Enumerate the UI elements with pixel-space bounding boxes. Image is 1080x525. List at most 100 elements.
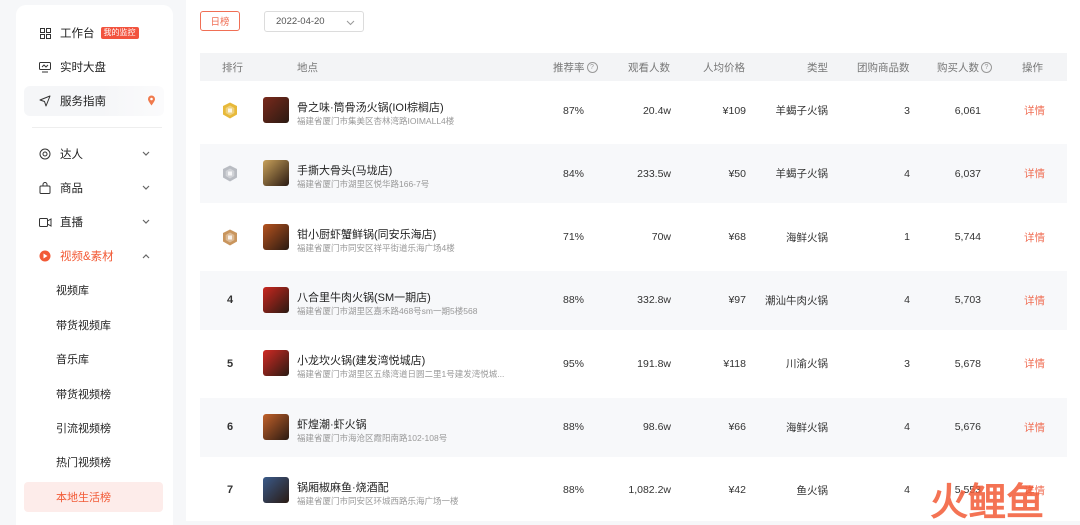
nav-sub-video-library[interactable]: 视频库 (24, 275, 171, 305)
sidebar: 工作台 我的监控 实时大盘 服务指南 达人 商品 直播 视频&素材 视频库 带货… (16, 5, 173, 525)
header-recommend-label: 推荐率 (553, 61, 585, 74)
store-thumbnail[interactable] (263, 350, 289, 377)
table-row: 6 虾煌潮·虾火锅 福建省厦门市海沧区霞阳南路102-108号 88% 98.6w ¥66… (200, 397, 1067, 457)
store-name[interactable]: 手撕大骨头(马垅店) (297, 162, 392, 178)
nav-sub-local-life-rank[interactable]: 本地生活榜 (24, 482, 163, 512)
rank-number-text: 6 (226, 421, 234, 433)
store-name[interactable]: 钳小厨虾蟹鲜锅(同安乐海店) (297, 226, 436, 242)
avg-price: ¥68 (728, 231, 746, 244)
buyers-count: 6,061 (954, 104, 981, 117)
store-name[interactable]: 锅厢椒麻鱼·烧酒配 (297, 479, 389, 495)
rank-number: 4 (220, 271, 240, 330)
nav-talent[interactable]: 达人 (24, 139, 164, 169)
header-viewers: 观看人数 (628, 61, 670, 74)
store-thumbnail[interactable] (263, 286, 289, 313)
store-address: 福建省厦门市同安区环城西路乐海广场一楼 (297, 495, 459, 506)
viewers-count: 1,082.2w (628, 484, 671, 497)
table-row: 钳小厨虾蟹鲜锅(同安乐海店) 福建省厦门市同安区祥平街道乐海广场4楼 71% 70w ¥… (200, 207, 1067, 267)
category: 海鲜火锅 (786, 231, 828, 244)
header-group-items: 团购商品数 (857, 61, 910, 74)
table-header: 排行 地点 推荐率 ? 观看人数 人均价格 类型 团购商品数 购买人数 ? 操作 (200, 53, 1067, 81)
viewers-count: 70w (651, 231, 671, 244)
nav-sub-traffic-video-rank[interactable]: 引流视频榜 (24, 413, 171, 443)
help-icon[interactable]: ? (586, 61, 598, 73)
detail-link[interactable]: 详情 (1024, 398, 1045, 457)
avg-price: ¥42 (728, 484, 746, 497)
store-thumbnail[interactable] (263, 223, 289, 250)
category: 鱼火锅 (796, 484, 829, 497)
store-address: 福建省厦门市海沧区霞阳南路102-108号 (297, 432, 448, 443)
store-thumbnail[interactable] (263, 97, 289, 123)
detail-link[interactable]: 详情 (1024, 208, 1045, 267)
recommend-rate: 88% (562, 484, 584, 497)
chevron-down-icon (142, 216, 150, 228)
rank-number: 6 (220, 398, 240, 457)
store-name[interactable]: 骨之味·筒骨汤火锅(IOI棕榈店) (297, 99, 444, 115)
store-name[interactable]: 小龙坎火锅(建发湾悦城店) (297, 352, 425, 368)
viewers-count: 233.5w (637, 167, 671, 180)
nav-sub-selling-video-library[interactable]: 带货视频库 (24, 310, 171, 340)
nav-live-label: 直播 (60, 217, 83, 229)
nav-goods[interactable]: 商品 (24, 173, 164, 203)
viewers-count: 98.6w (642, 421, 671, 433)
nav-sub-hot-video-rank[interactable]: 热门视频榜 (24, 447, 171, 477)
date-picker[interactable]: 2022-04-20 (264, 11, 364, 32)
recommend-rate: 87% (562, 104, 584, 117)
store-address: 福建省厦门市湖里区嘉禾路468号sm一期5楼568 (297, 305, 478, 316)
buyers-count: 6,037 (954, 167, 981, 180)
video-camera-icon (38, 215, 52, 229)
daily-rank-button[interactable]: 日榜 (200, 11, 240, 31)
recommend-rate: 95% (562, 357, 584, 370)
nav-guide[interactable]: 服务指南 (24, 86, 164, 116)
detail-link[interactable]: 详情 (1024, 334, 1045, 393)
chevron-down-icon (142, 182, 150, 194)
main-content: 日榜 2022-04-20 排行 地点 推荐率 ? 观看人数 人均价格 类型 团… (186, 0, 1080, 521)
rank-number-text: 5 (226, 357, 234, 370)
nav-dashboard[interactable]: 实时大盘 (24, 52, 164, 82)
category: 海鲜火锅 (786, 421, 828, 434)
nav-goods-label: 商品 (60, 183, 83, 195)
rank-number: 7 (220, 461, 240, 520)
nav-sub-selling-video-rank[interactable]: 带货视频榜 (24, 379, 171, 409)
group-items-count: 3 (904, 357, 910, 370)
store-thumbnail[interactable] (263, 476, 289, 503)
category: 川渝火锅 (786, 358, 828, 371)
buyers-count: 5,703 (954, 294, 981, 307)
watermark-logo: 火鲤鱼 (930, 480, 1044, 521)
table-row: 手撕大骨头(马垅店) 福建省厦门市湖里区悦华路166-7号 84% 233.5w ¥50… (200, 144, 1067, 204)
category: 羊蝎子火锅 (775, 168, 829, 181)
recommend-rate: 88% (562, 421, 584, 433)
buyers-count: 5,744 (954, 231, 981, 244)
target-icon (38, 147, 52, 161)
store-thumbnail[interactable] (263, 413, 289, 440)
watermark-text: 火鲤鱼 (930, 480, 1044, 521)
nav-live[interactable]: 直播 (24, 207, 164, 237)
recommend-rate: 71% (562, 231, 584, 244)
viewers-count: 191.8w (637, 357, 671, 370)
nav-workbench-label: 工作台 (60, 28, 95, 40)
viewers-count: 20.4w (642, 104, 671, 117)
header-place: 地点 (297, 61, 318, 74)
avg-price: ¥97 (728, 294, 746, 307)
help-icon[interactable]: ? (981, 61, 992, 73)
store-name[interactable]: 虾煌潮·虾火锅 (297, 416, 367, 432)
nav-sub-music-library[interactable]: 音乐库 (24, 344, 171, 374)
avg-price: ¥66 (728, 421, 746, 433)
detail-link[interactable]: 详情 (1024, 144, 1045, 203)
rank-number-text: 7 (226, 484, 234, 497)
store-thumbnail[interactable] (263, 160, 289, 187)
nav-workbench[interactable]: 工作台 我的监控 (24, 18, 164, 48)
group-items-count: 4 (904, 167, 910, 180)
store-address: 福建省厦门市同安区祥平街道乐海广场4楼 (297, 242, 455, 253)
chevron-down-icon (142, 148, 150, 160)
store-address: 福建省厦门市集美区杏林湾路IOIMALL4楼 (297, 116, 455, 126)
detail-link[interactable]: 详情 (1024, 271, 1045, 330)
store-name[interactable]: 八合里牛肉火锅(SM一期店) (297, 289, 431, 305)
chevron-up-icon (142, 250, 150, 262)
location-pin-icon (147, 95, 156, 109)
chevron-down-icon (346, 18, 355, 29)
recommend-rate: 84% (562, 167, 584, 180)
table-row: 5 小龙坎火锅(建发湾悦城店) 福建省厦门市湖里区五缘湾道日圆二里1号建发湾悦城..… (200, 334, 1067, 394)
nav-video-material[interactable]: 视频&素材 (24, 241, 164, 271)
detail-link[interactable]: 详情 (1024, 81, 1045, 140)
